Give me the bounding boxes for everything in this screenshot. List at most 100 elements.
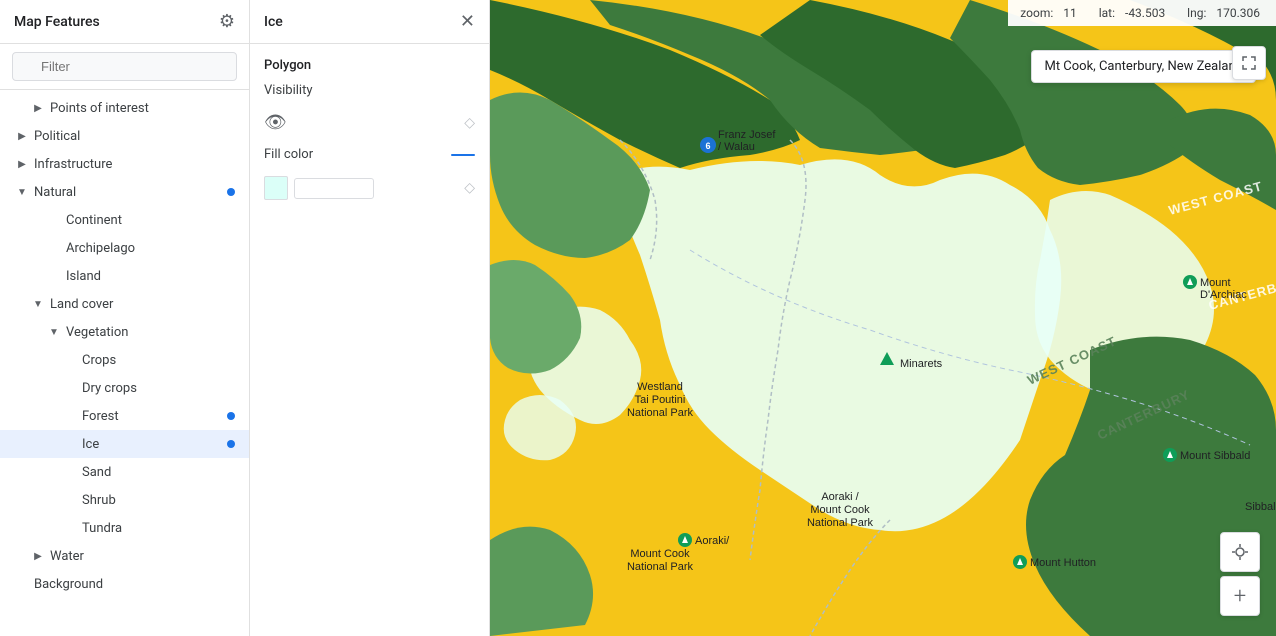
svg-text:Mount Cook: Mount Cook xyxy=(810,504,870,516)
label-vegetation: Vegetation xyxy=(66,325,235,340)
nav-item-crops[interactable]: Crops xyxy=(0,346,249,374)
chevron-ice xyxy=(62,436,78,452)
close-icon[interactable]: ✕ xyxy=(460,11,475,32)
dot-forest xyxy=(227,412,235,420)
svg-text:6: 6 xyxy=(705,141,710,151)
chevron-crops xyxy=(62,352,78,368)
nav-item-dry-crops[interactable]: Dry crops xyxy=(0,374,249,402)
chevron-shrub xyxy=(62,492,78,508)
label-natural: Natural xyxy=(34,185,227,200)
chevron-land-cover: ▼ xyxy=(30,296,46,312)
chevron-forest xyxy=(62,408,78,424)
svg-text:Tai Poutini: Tai Poutini xyxy=(635,394,686,406)
label-island: Island xyxy=(66,269,235,284)
fill-color-row: Fill color xyxy=(264,147,475,162)
panel-body: Polygon Visibility 👁 ◇ Fill color DBFFF8… xyxy=(250,44,489,636)
label-archipelago: Archipelago xyxy=(66,241,235,256)
label-shrub: Shrub xyxy=(82,493,235,508)
location-button[interactable] xyxy=(1220,532,1260,572)
color-input-container: DBFFF8 xyxy=(264,176,374,200)
svg-text:Minarets: Minarets xyxy=(900,358,943,370)
label-tundra: Tundra xyxy=(82,521,235,536)
chevron-background xyxy=(14,576,30,592)
label-water: Water xyxy=(50,549,235,564)
label-forest: Forest xyxy=(82,409,227,424)
label-ice: Ice xyxy=(82,437,227,452)
color-hex-input[interactable]: DBFFF8 xyxy=(294,178,374,199)
filter-wrapper: ≡ xyxy=(12,52,237,81)
svg-text:D'Archiac: D'Archiac xyxy=(1200,289,1247,301)
nav-item-sand[interactable]: Sand xyxy=(0,458,249,486)
label-sand: Sand xyxy=(82,465,235,480)
chevron-infrastructure: ▶ xyxy=(14,156,30,172)
panel: Ice ✕ Polygon Visibility 👁 ◇ Fill color … xyxy=(250,0,490,636)
zoom-in-button[interactable]: + xyxy=(1220,576,1260,616)
chevron-continent xyxy=(46,212,62,228)
svg-text:Aoraki /: Aoraki / xyxy=(821,491,859,503)
svg-text:Aoraki/: Aoraki/ xyxy=(695,535,730,547)
chevron-sand xyxy=(62,464,78,480)
svg-text:Mount: Mount xyxy=(1200,277,1231,289)
chevron-political: ▶ xyxy=(14,128,30,144)
label-continent: Continent xyxy=(66,213,235,228)
label-dry-crops: Dry crops xyxy=(82,381,235,396)
nav-item-water[interactable]: ▶Water xyxy=(0,542,249,570)
svg-text:Westland: Westland xyxy=(637,381,683,393)
filter-bar: ≡ xyxy=(0,44,249,90)
nav-item-forest[interactable]: Forest xyxy=(0,402,249,430)
filter-input[interactable] xyxy=(12,52,237,81)
map-svg: WEST COAST CANTERBURY WEST COAST CANTERB… xyxy=(490,0,1276,636)
svg-text:Mount Cook: Mount Cook xyxy=(630,548,690,560)
label-political: Political xyxy=(34,129,235,144)
nav-item-background[interactable]: Background xyxy=(0,570,249,598)
chevron-vegetation: ▼ xyxy=(46,324,62,340)
lng-label: lng: xyxy=(1187,6,1206,20)
chevron-points-of-interest: ▶ xyxy=(30,100,46,116)
location-text: Mt Cook, Canterbury, New Zealand xyxy=(1044,59,1243,74)
svg-text:National Park: National Park xyxy=(627,407,694,419)
visibility-row: Visibility xyxy=(264,83,475,98)
label-land-cover: Land cover xyxy=(50,297,235,312)
chevron-dry-crops xyxy=(62,380,78,396)
color-swatch[interactable] xyxy=(264,176,288,200)
nav-item-land-cover[interactable]: ▼ Land cover xyxy=(0,290,249,318)
nav-item-ice[interactable]: Ice xyxy=(0,430,249,458)
label-infrastructure: Infrastructure xyxy=(34,157,235,172)
nav-tree: ▶ Points of interest ▶ Political ▶ Infrastruc… xyxy=(0,90,249,636)
label-points-of-interest: Points of interest xyxy=(50,101,235,116)
color-diamond-icon[interactable]: ◇ xyxy=(464,180,475,196)
panel-section-title: Polygon xyxy=(264,58,475,73)
label-crops: Crops xyxy=(82,353,235,368)
sidebar: Map Features ⚙ ≡ ▶Points of interest▶Pol… xyxy=(0,0,250,636)
nav-item-political[interactable]: ▶ Political xyxy=(0,122,249,150)
nav-item-vegetation[interactable]: ▼ Vegetation xyxy=(0,318,249,346)
svg-text:Sibbald: Sibbald xyxy=(1245,501,1276,513)
svg-text:Mount Hutton: Mount Hutton xyxy=(1030,557,1096,569)
fullscreen-button[interactable] xyxy=(1232,46,1266,80)
dot-ice xyxy=(227,440,235,448)
lng-value: 170.306 xyxy=(1216,6,1260,20)
map-controls: + xyxy=(1220,532,1260,616)
dot-natural xyxy=(227,188,235,196)
fill-color-label: Fill color xyxy=(264,147,313,162)
nav-item-points-of-interest[interactable]: ▶ Points of interest xyxy=(0,94,249,122)
diamond-icon[interactable]: ◇ xyxy=(464,115,475,131)
panel-title: Ice xyxy=(264,14,283,30)
zoom-label: zoom: xyxy=(1020,6,1053,20)
fill-color-line xyxy=(451,154,475,156)
svg-text:Mount Sibbald: Mount Sibbald xyxy=(1180,450,1250,462)
eye-icon[interactable]: 👁 xyxy=(264,112,287,133)
nav-item-shrub[interactable]: Shrub xyxy=(0,486,249,514)
svg-text:National Park: National Park xyxy=(807,517,874,529)
map-info-bar: zoom: 11 lat: -43.503 lng: 170.306 xyxy=(1008,0,1276,26)
nav-item-continent[interactable]: Continent xyxy=(0,206,249,234)
nav-item-island[interactable]: Island xyxy=(0,262,249,290)
nav-item-archipelago[interactable]: Archipelago xyxy=(0,234,249,262)
location-tooltip: Mt Cook, Canterbury, New Zealand xyxy=(1031,50,1256,83)
nav-item-natural[interactable]: ▼Natural xyxy=(0,178,249,206)
zoom-value: 11 xyxy=(1063,6,1077,20)
nav-item-tundra[interactable]: Tundra xyxy=(0,514,249,542)
map-container[interactable]: zoom: 11 lat: -43.503 lng: 170.306 xyxy=(490,0,1276,636)
nav-item-infrastructure[interactable]: ▶ Infrastructure xyxy=(0,150,249,178)
gear-icon[interactable]: ⚙ xyxy=(219,11,235,32)
